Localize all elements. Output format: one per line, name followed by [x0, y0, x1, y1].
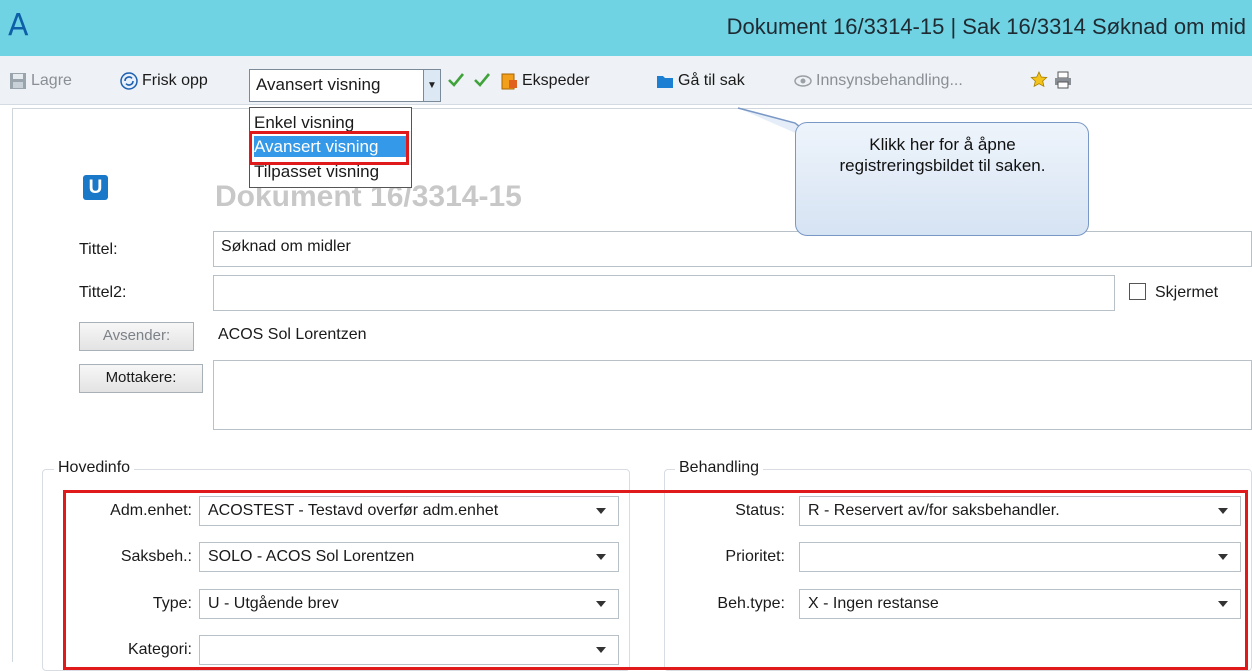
- dispatch-button[interactable]: Ekspeder: [500, 70, 590, 92]
- title2-label: Tittel2:: [79, 284, 127, 301]
- shielded-checkbox[interactable]: [1129, 283, 1146, 300]
- callout-text: Klikk her for å åpne registreringsbildet…: [839, 135, 1046, 175]
- access-processing-button-label: Innsynsbehandling...: [816, 72, 963, 89]
- behandling-title: Behandling: [675, 459, 764, 477]
- view-select[interactable]: Avansert visning ▼: [249, 69, 441, 102]
- highlight-frame: [63, 490, 1248, 670]
- checkmark-icon: [448, 73, 465, 87]
- dispatch-button-label: Ekspeder: [522, 72, 590, 89]
- document-type-icon: U: [83, 175, 108, 200]
- sender-value: ACOS Sol Lorentzen: [218, 326, 367, 343]
- favorite-button[interactable]: [1030, 71, 1048, 89]
- print-button[interactable]: [1054, 71, 1072, 89]
- title-label: Tittel:: [79, 241, 118, 258]
- star-icon: [1030, 71, 1048, 88]
- access-processing-button[interactable]: Innsynsbehandling...: [794, 70, 963, 92]
- go-to-case-button-label: Gå til sak: [678, 72, 745, 89]
- window-title: Dokument 16/3314-15 | Sak 16/3314 Søknad…: [726, 14, 1246, 39]
- hovedinfo-title: Hovedinfo: [54, 459, 135, 477]
- folder-icon: [657, 76, 673, 88]
- title2-field[interactable]: [213, 275, 1115, 311]
- refresh-button[interactable]: Frisk opp: [120, 70, 208, 92]
- go-to-case-button[interactable]: Gå til sak: [656, 70, 745, 92]
- recipients-button[interactable]: Mottakere:: [79, 364, 203, 393]
- refresh-icon: [120, 72, 138, 90]
- printer-icon: [1055, 71, 1071, 89]
- refresh-button-label: Frisk opp: [142, 72, 208, 89]
- app-logo: A: [8, 8, 29, 43]
- selected-option-highlight: [249, 131, 409, 165]
- shielded-label: Skjermet: [1155, 284, 1219, 301]
- save-button-label: Lagre: [31, 72, 72, 89]
- save-icon: [10, 73, 26, 89]
- view-select-value: Avansert visning: [256, 75, 381, 94]
- approve-button[interactable]: [447, 71, 465, 89]
- dispatch-icon: [501, 73, 517, 90]
- approve-all-button[interactable]: [473, 71, 491, 89]
- recipients-field[interactable]: [213, 360, 1252, 430]
- eye-icon: [794, 75, 812, 87]
- sender-button[interactable]: Avsender:: [79, 322, 194, 351]
- save-button[interactable]: Lagre: [9, 70, 72, 92]
- checkmark-icon: [474, 73, 491, 87]
- title-field[interactable]: Søknad om midler: [213, 231, 1252, 267]
- chevron-down-icon[interactable]: ▼: [423, 70, 440, 101]
- view-option-simple[interactable]: Enkel visning: [254, 112, 406, 133]
